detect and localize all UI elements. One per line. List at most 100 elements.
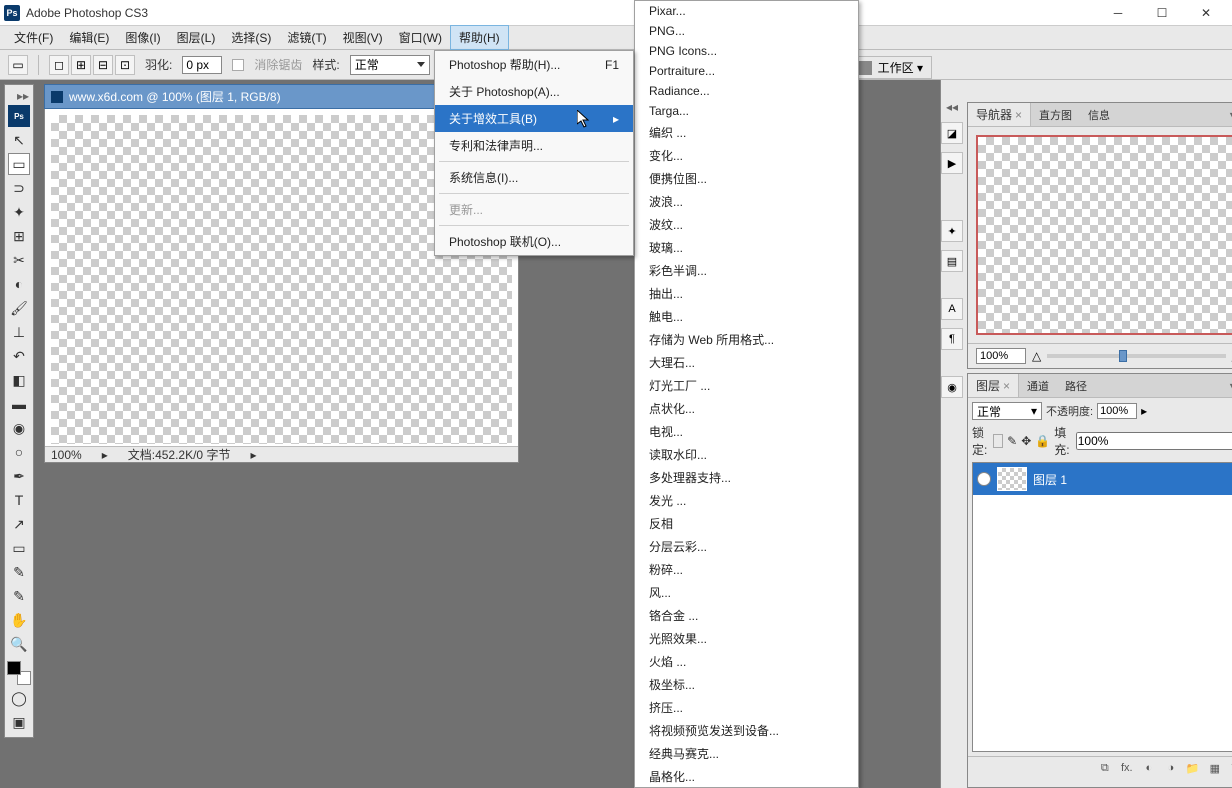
plugin-item[interactable]: 大理石...: [635, 351, 858, 374]
plugin-item[interactable]: 反相: [635, 512, 858, 535]
quickmask-tool[interactable]: ◯: [8, 687, 30, 709]
plugin-item[interactable]: Targa...: [635, 101, 858, 121]
slice-tool[interactable]: ✂: [8, 249, 30, 271]
plugin-item[interactable]: 彩色半调...: [635, 259, 858, 282]
color-swatches[interactable]: [7, 661, 31, 685]
workspace-switcher[interactable]: 工作区 ▾: [847, 56, 932, 79]
zoom-tool[interactable]: 🔍: [8, 633, 30, 655]
plugin-item[interactable]: 变化...: [635, 144, 858, 167]
plugin-item[interactable]: 发光 ...: [635, 489, 858, 512]
panel-menu-icon[interactable]: ▾≡: [1224, 379, 1232, 393]
folder-icon[interactable]: 📁: [1185, 761, 1201, 775]
minimize-button[interactable]: ─: [1096, 0, 1140, 26]
heal-tool[interactable]: ◐: [8, 273, 30, 295]
visibility-icon[interactable]: [977, 472, 991, 486]
marquee-tool[interactable]: ▭: [8, 153, 30, 175]
menu-item-online[interactable]: Photoshop 联机(O)...: [435, 228, 633, 255]
plugin-item[interactable]: PNG Icons...: [635, 41, 858, 61]
plugin-item[interactable]: 晶格化...: [635, 765, 858, 788]
plugin-item[interactable]: 挤压...: [635, 696, 858, 719]
maximize-button[interactable]: ☐: [1140, 0, 1184, 26]
dock-icon-1[interactable]: ◪: [941, 122, 963, 144]
dock-icon-6[interactable]: ¶: [941, 328, 963, 350]
plugin-item[interactable]: 读取水印...: [635, 443, 858, 466]
opacity-input[interactable]: [1097, 403, 1137, 419]
move-tool[interactable]: ↖: [8, 129, 30, 151]
dock-icon-5[interactable]: A: [941, 298, 963, 320]
lasso-tool[interactable]: ⊃: [8, 177, 30, 199]
plugin-item[interactable]: 极坐标...: [635, 673, 858, 696]
panels-collapse-icon[interactable]: ◂◂: [963, 80, 1232, 98]
type-tool[interactable]: T: [8, 489, 30, 511]
stamp-tool[interactable]: ⊥: [8, 321, 30, 343]
adjust-icon[interactable]: ◑: [1163, 761, 1179, 775]
lock-trans-icon[interactable]: [993, 434, 1003, 448]
tab-info[interactable]: 信息: [1080, 104, 1118, 126]
toolbox-collapse-icon[interactable]: ▸▸: [5, 89, 33, 103]
new-layer-icon[interactable]: ▦: [1207, 761, 1223, 775]
plugin-item[interactable]: 抽出...: [635, 282, 858, 305]
menu-window[interactable]: 窗口(W): [391, 26, 450, 49]
mask-icon[interactable]: ◐: [1141, 761, 1157, 775]
link-icon[interactable]: ⧉: [1097, 761, 1113, 775]
menu-filter[interactable]: 滤镜(T): [279, 26, 334, 49]
plugin-item[interactable]: 波浪...: [635, 190, 858, 213]
plugin-item[interactable]: 粉碎...: [635, 558, 858, 581]
sel-new-icon[interactable]: ◻: [49, 55, 69, 75]
close-button[interactable]: ✕: [1184, 0, 1228, 26]
nav-zoom-input[interactable]: [976, 348, 1026, 364]
plugin-item[interactable]: 波纹...: [635, 213, 858, 236]
blend-mode-select[interactable]: 正常▾: [972, 402, 1042, 420]
fill-input[interactable]: [1076, 432, 1232, 450]
menu-item-ps-help[interactable]: Photoshop 帮助(H)...F1: [435, 51, 633, 78]
layer-name[interactable]: 图层 1: [1033, 471, 1067, 488]
hand-tool[interactable]: ✋: [8, 609, 30, 631]
plugin-item[interactable]: 经典马赛克...: [635, 742, 858, 765]
tab-layers[interactable]: 图层×: [968, 374, 1019, 397]
menu-help[interactable]: 帮助(H): [450, 25, 509, 50]
zoom-out-icon[interactable]: △: [1032, 349, 1041, 363]
path-tool[interactable]: ↗: [8, 513, 30, 535]
sel-sub-icon[interactable]: ⊟: [93, 55, 113, 75]
plugin-item[interactable]: 多处理器支持...: [635, 466, 858, 489]
zoom-slider[interactable]: [1047, 354, 1225, 358]
lock-move-icon[interactable]: ✥: [1021, 434, 1031, 448]
panel-menu-icon[interactable]: ▾≡: [1224, 108, 1232, 122]
screenmode-tool[interactable]: ▣: [8, 711, 30, 733]
menu-item-about-plugins[interactable]: 关于增效工具(B)▸: [435, 105, 633, 132]
crop-tool[interactable]: ⊞: [8, 225, 30, 247]
gradient-tool[interactable]: ▬: [8, 393, 30, 415]
layer-thumbnail[interactable]: [997, 467, 1027, 491]
shape-tool[interactable]: ▭: [8, 537, 30, 559]
plugin-item[interactable]: PNG...: [635, 21, 858, 41]
lock-brush-icon[interactable]: ✎: [1007, 434, 1017, 448]
history-brush-tool[interactable]: ↶: [8, 345, 30, 367]
menu-layer[interactable]: 图层(L): [169, 26, 224, 49]
feather-input[interactable]: [182, 56, 222, 74]
plugin-item[interactable]: Pixar...: [635, 1, 858, 21]
menu-select[interactable]: 选择(S): [223, 26, 279, 49]
notes-tool[interactable]: ✎: [8, 561, 30, 583]
menu-edit[interactable]: 编辑(E): [61, 26, 117, 49]
lock-all-icon[interactable]: 🔒: [1035, 434, 1050, 448]
plugin-item[interactable]: 光照效果...: [635, 627, 858, 650]
plugin-item[interactable]: 玻璃...: [635, 236, 858, 259]
fx-icon[interactable]: fx.: [1119, 761, 1135, 775]
eyedropper-tool[interactable]: ✎: [8, 585, 30, 607]
plugin-item[interactable]: 灯光工厂 ...: [635, 374, 858, 397]
plugin-item[interactable]: Radiance...: [635, 81, 858, 101]
tab-navigator[interactable]: 导航器×: [968, 103, 1031, 126]
tab-channels[interactable]: 通道: [1019, 375, 1057, 397]
tab-histogram[interactable]: 直方图: [1031, 104, 1080, 126]
plugin-item[interactable]: 编织 ...: [635, 121, 858, 144]
blur-tool[interactable]: ◉: [8, 417, 30, 439]
plugin-item[interactable]: 存储为 Web 所用格式...: [635, 328, 858, 351]
dock-icon-2[interactable]: ▶: [941, 152, 963, 174]
plugin-item[interactable]: 触电...: [635, 305, 858, 328]
plugin-item[interactable]: 火焰 ...: [635, 650, 858, 673]
pen-tool[interactable]: ✒: [8, 465, 30, 487]
plugin-item[interactable]: 将视频预览发送到设备...: [635, 719, 858, 742]
sel-add-icon[interactable]: ⊞: [71, 55, 91, 75]
menu-item-about-ps[interactable]: 关于 Photoshop(A)...: [435, 78, 633, 105]
menu-file[interactable]: 文件(F): [6, 26, 61, 49]
